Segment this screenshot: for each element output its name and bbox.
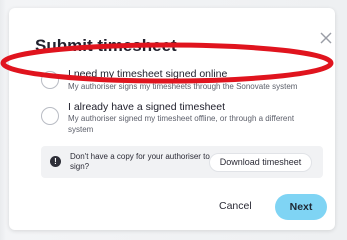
option-already-signed-title: I already have a signed timesheet <box>68 101 226 113</box>
download-info-box: ! Don't have a copy for your authoriser … <box>41 146 323 178</box>
option-sign-online-title: I need my timesheet signed online <box>68 68 228 80</box>
close-icon[interactable] <box>318 30 334 46</box>
radio-already-signed[interactable] <box>41 107 59 125</box>
option-sign-online-description: My authoriser signs my timesheets throug… <box>68 82 298 91</box>
download-timesheet-button[interactable]: Download timesheet <box>209 153 312 172</box>
info-text: Don't have a copy for your authoriser to… <box>70 152 210 171</box>
option-already-signed-description: My authoriser signed my timesheet offlin… <box>68 114 295 134</box>
next-button[interactable]: Next <box>275 194 327 220</box>
radio-sign-online[interactable] <box>41 71 59 89</box>
cancel-button[interactable]: Cancel <box>219 200 252 212</box>
submit-timesheet-dialog: Submit timesheet I need my timesheet sig… <box>9 8 335 230</box>
exclamation-icon: ! <box>50 156 61 167</box>
dialog-title: Submit timesheet <box>35 36 177 55</box>
